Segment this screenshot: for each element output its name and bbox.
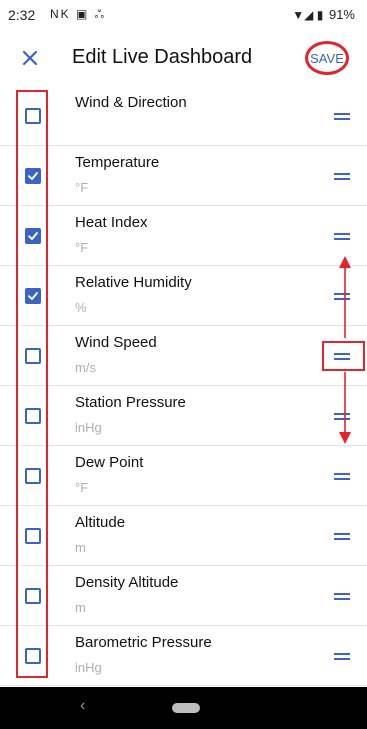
- list-item[interactable]: Density Altitude m: [0, 566, 367, 626]
- checkbox-checked[interactable]: [25, 288, 41, 304]
- checkbox-unchecked[interactable]: [25, 108, 41, 124]
- item-unit: °F: [75, 240, 89, 255]
- item-name: Temperature: [75, 154, 160, 171]
- drag-handle-icon[interactable]: [334, 652, 350, 661]
- item-unit: %: [75, 300, 87, 315]
- close-icon: [22, 50, 38, 66]
- list-item[interactable]: Temperature °F: [0, 146, 367, 206]
- checkbox-unchecked[interactable]: [25, 648, 41, 664]
- list-item[interactable]: Wind Speed m/s: [0, 326, 367, 386]
- item-name: Barometric Pressure: [75, 634, 212, 651]
- checkbox-checked[interactable]: [25, 228, 41, 244]
- save-button[interactable]: SAVE: [305, 41, 349, 75]
- item-name: Wind & Direction: [75, 94, 187, 111]
- item-unit: °F: [75, 180, 89, 195]
- item-name: Altitude: [75, 514, 126, 531]
- drag-handle-icon[interactable]: [334, 532, 350, 541]
- drag-handle-icon[interactable]: [334, 172, 350, 181]
- drag-handle-icon[interactable]: [334, 232, 350, 241]
- navigation-bar: ‹: [0, 687, 367, 729]
- checkbox-unchecked[interactable]: [25, 588, 41, 604]
- item-unit: inHg: [75, 420, 102, 435]
- item-name: Dew Point: [75, 454, 144, 471]
- item-name: Heat Index: [75, 214, 148, 231]
- item-name: Density Altitude: [75, 574, 179, 591]
- item-name: Station Pressure: [75, 394, 186, 411]
- battery-percent: 91%: [328, 7, 355, 22]
- item-name: Relative Humidity: [75, 274, 192, 291]
- drag-handle-icon[interactable]: [334, 112, 350, 121]
- check-icon: [28, 292, 38, 300]
- item-unit: m: [75, 600, 86, 615]
- list-item[interactable]: Barometric Pressure inHg: [0, 626, 367, 686]
- item-unit: m: [75, 540, 86, 555]
- back-icon[interactable]: ‹: [80, 697, 85, 715]
- checkbox-checked[interactable]: [25, 168, 41, 184]
- list-item[interactable]: Altitude m: [0, 506, 367, 566]
- home-pill-icon[interactable]: [172, 703, 200, 713]
- status-bar: 2:32 NK ▣ ஃ ▼◢ ▮ 91%: [0, 0, 367, 30]
- dashboard-item-list: Wind & Direction Temperature °F Heat Index °…: [0, 86, 367, 686]
- drag-handle-icon[interactable]: [334, 292, 350, 301]
- list-item[interactable]: Relative Humidity%: [0, 266, 367, 326]
- list-item[interactable]: Station Pressure inHg: [0, 386, 367, 446]
- checkbox-unchecked[interactable]: [25, 528, 41, 544]
- check-icon: [28, 232, 38, 240]
- drag-handle-icon[interactable]: [334, 352, 350, 361]
- item-unit: inHg: [75, 660, 102, 675]
- list-item[interactable]: Wind & Direction: [0, 86, 367, 146]
- status-time: 2:32: [8, 7, 36, 23]
- list-item[interactable]: Heat Index °F: [0, 206, 367, 266]
- phone-screen: 2:32 NK ▣ ஃ ▼◢ ▮ 91% Edit Live Dashboard…: [0, 0, 367, 729]
- drag-handle-icon[interactable]: [334, 592, 350, 601]
- item-unit: m/s: [75, 360, 96, 375]
- checkbox-unchecked[interactable]: [25, 348, 41, 364]
- page-title: Edit Live Dashboard: [72, 46, 253, 68]
- toolbar: Edit Live Dashboard SAVE: [0, 30, 367, 86]
- drag-handle-icon[interactable]: [334, 472, 350, 481]
- notification-icons: NK ▣ ஃ: [50, 7, 107, 21]
- item-unit: °F: [75, 480, 89, 495]
- close-button[interactable]: [14, 42, 46, 74]
- checkbox-unchecked[interactable]: [25, 408, 41, 424]
- checkbox-unchecked[interactable]: [25, 468, 41, 484]
- signal-icon: ▼◢ ▮: [292, 8, 324, 22]
- drag-handle-icon[interactable]: [334, 412, 350, 421]
- check-icon: [28, 172, 38, 180]
- status-right: ▼◢ ▮ 91%: [292, 7, 355, 22]
- item-name: Wind Speed: [75, 334, 157, 351]
- list-item[interactable]: Dew Point °F: [0, 446, 367, 506]
